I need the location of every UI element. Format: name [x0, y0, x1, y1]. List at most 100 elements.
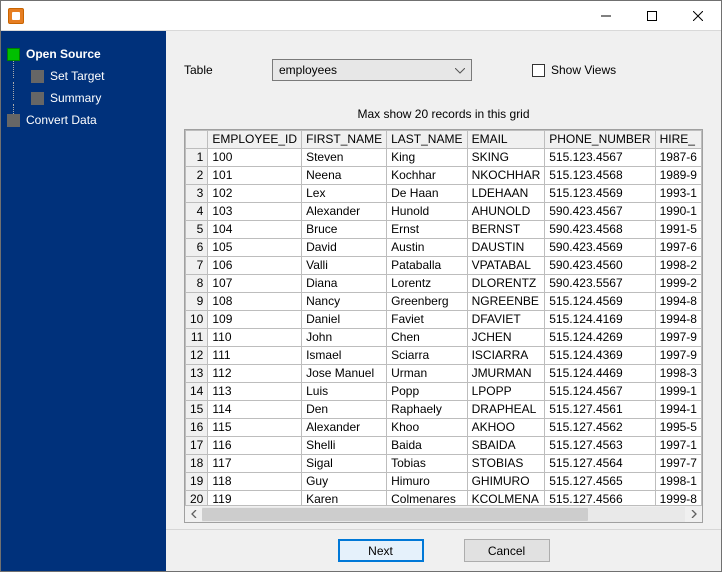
table-select[interactable]: employees [272, 59, 472, 81]
cell[interactable]: Raphaely [387, 401, 467, 419]
table-row[interactable]: 14113LuisPoppLPOPP515.124.45671999-1 [186, 383, 702, 401]
cell[interactable]: GHIMURO [467, 473, 545, 491]
table-row[interactable]: 13112Jose ManuelUrmanJMURMAN515.124.4469… [186, 365, 702, 383]
cell[interactable]: 115 [208, 419, 302, 437]
cell[interactable]: Diana [302, 275, 387, 293]
cell[interactable]: Pataballa [387, 257, 467, 275]
cell[interactable]: 1990-1 [655, 203, 701, 221]
cell[interactable]: Tobias [387, 455, 467, 473]
cell[interactable]: Guy [302, 473, 387, 491]
cell[interactable]: Colmenares [387, 491, 467, 506]
cell[interactable]: STOBIAS [467, 455, 545, 473]
cell[interactable]: 515.124.4569 [545, 293, 655, 311]
cell[interactable]: 108 [208, 293, 302, 311]
show-views-checkbox[interactable]: Show Views [532, 63, 616, 77]
cell[interactable]: 1997-9 [655, 329, 701, 347]
cell[interactable]: 1999-8 [655, 491, 701, 506]
cell[interactable]: 1994-8 [655, 311, 701, 329]
cell[interactable]: 590.423.5567 [545, 275, 655, 293]
cell[interactable]: NGREENBE [467, 293, 545, 311]
cell[interactable]: 102 [208, 185, 302, 203]
cell[interactable]: 119 [208, 491, 302, 506]
cell[interactable]: 117 [208, 455, 302, 473]
step-open-source[interactable]: Open Source [1, 43, 166, 65]
cell[interactable]: 515.127.4566 [545, 491, 655, 506]
cell[interactable]: 100 [208, 149, 302, 167]
table-row[interactable]: 10109DanielFavietDFAVIET515.124.41691994… [186, 311, 702, 329]
cell[interactable]: 515.124.4567 [545, 383, 655, 401]
next-button[interactable]: Next [338, 539, 424, 562]
table-row[interactable]: 20119KarenColmenaresKCOLMENA515.127.4566… [186, 491, 702, 506]
cell[interactable]: 107 [208, 275, 302, 293]
cell[interactable]: 590.423.4567 [545, 203, 655, 221]
cell[interactable]: KCOLMENA [467, 491, 545, 506]
cell[interactable]: 515.124.4169 [545, 311, 655, 329]
cell[interactable]: 515.124.4269 [545, 329, 655, 347]
column-header[interactable]: PHONE_NUMBER [545, 131, 655, 149]
cell[interactable]: Austin [387, 239, 467, 257]
cell[interactable]: Popp [387, 383, 467, 401]
table-row[interactable]: 2101NeenaKochharNKOCHHAR515.123.45681989… [186, 167, 702, 185]
cell[interactable]: VPATABAL [467, 257, 545, 275]
maximize-button[interactable] [629, 1, 675, 31]
cell[interactable]: 111 [208, 347, 302, 365]
cell[interactable]: 1998-2 [655, 257, 701, 275]
column-header[interactable]: EMAIL [467, 131, 545, 149]
table-row[interactable]: 8107DianaLorentzDLORENTZ590.423.55671999… [186, 275, 702, 293]
cell[interactable]: 1994-1 [655, 401, 701, 419]
cell[interactable]: SBAIDA [467, 437, 545, 455]
table-row[interactable]: 16115AlexanderKhooAKHOO515.127.45621995-… [186, 419, 702, 437]
cell[interactable]: 1993-1 [655, 185, 701, 203]
cell[interactable]: 1997-9 [655, 347, 701, 365]
cell[interactable]: Bruce [302, 221, 387, 239]
cancel-button[interactable]: Cancel [464, 539, 550, 562]
cell[interactable]: 515.127.4562 [545, 419, 655, 437]
table-row[interactable]: 3102LexDe HaanLDEHAAN515.123.45691993-1 [186, 185, 702, 203]
cell[interactable]: SKING [467, 149, 545, 167]
cell[interactable]: 1998-3 [655, 365, 701, 383]
cell[interactable]: 590.423.4560 [545, 257, 655, 275]
cell[interactable]: Daniel [302, 311, 387, 329]
table-row[interactable]: 5104BruceErnstBERNST590.423.45681991-5 [186, 221, 702, 239]
table-row[interactable]: 1100StevenKingSKING515.123.45671987-6 [186, 149, 702, 167]
cell[interactable]: 515.127.4563 [545, 437, 655, 455]
cell[interactable]: 590.423.4569 [545, 239, 655, 257]
table-row[interactable]: 19118GuyHimuroGHIMURO515.127.45651998-1 [186, 473, 702, 491]
cell[interactable]: LDEHAAN [467, 185, 545, 203]
table-row[interactable]: 12111IsmaelSciarraISCIARRA515.124.436919… [186, 347, 702, 365]
cell[interactable]: 515.127.4564 [545, 455, 655, 473]
cell[interactable]: Urman [387, 365, 467, 383]
cell[interactable]: 515.124.4369 [545, 347, 655, 365]
cell[interactable]: Valli [302, 257, 387, 275]
table-row[interactable]: 7106ValliPataballaVPATABAL590.423.456019… [186, 257, 702, 275]
cell[interactable]: David [302, 239, 387, 257]
column-header[interactable]: FIRST_NAME [302, 131, 387, 149]
cell[interactable]: Karen [302, 491, 387, 506]
step-set-target[interactable]: Set Target [1, 65, 166, 87]
cell[interactable]: 109 [208, 311, 302, 329]
cell[interactable]: Alexander [302, 203, 387, 221]
scroll-right-icon[interactable] [685, 507, 702, 522]
cell[interactable]: Luis [302, 383, 387, 401]
cell[interactable]: DLORENTZ [467, 275, 545, 293]
cell[interactable]: 1999-1 [655, 383, 701, 401]
cell[interactable]: Lorentz [387, 275, 467, 293]
cell[interactable]: 1991-5 [655, 221, 701, 239]
cell[interactable]: 112 [208, 365, 302, 383]
cell[interactable]: Greenberg [387, 293, 467, 311]
cell[interactable]: DRAPHEAL [467, 401, 545, 419]
cell[interactable]: 515.123.4567 [545, 149, 655, 167]
column-header[interactable]: EMPLOYEE_ID [208, 131, 302, 149]
cell[interactable]: DFAVIET [467, 311, 545, 329]
cell[interactable]: John [302, 329, 387, 347]
cell[interactable]: 103 [208, 203, 302, 221]
cell[interactable]: Baida [387, 437, 467, 455]
scrollbar-thumb[interactable] [202, 508, 588, 521]
horizontal-scrollbar[interactable] [185, 505, 702, 522]
cell[interactable]: ISCIARRA [467, 347, 545, 365]
cell[interactable]: Sigal [302, 455, 387, 473]
cell[interactable]: 1998-1 [655, 473, 701, 491]
cell[interactable]: Ismael [302, 347, 387, 365]
cell[interactable]: 515.127.4565 [545, 473, 655, 491]
cell[interactable]: JCHEN [467, 329, 545, 347]
